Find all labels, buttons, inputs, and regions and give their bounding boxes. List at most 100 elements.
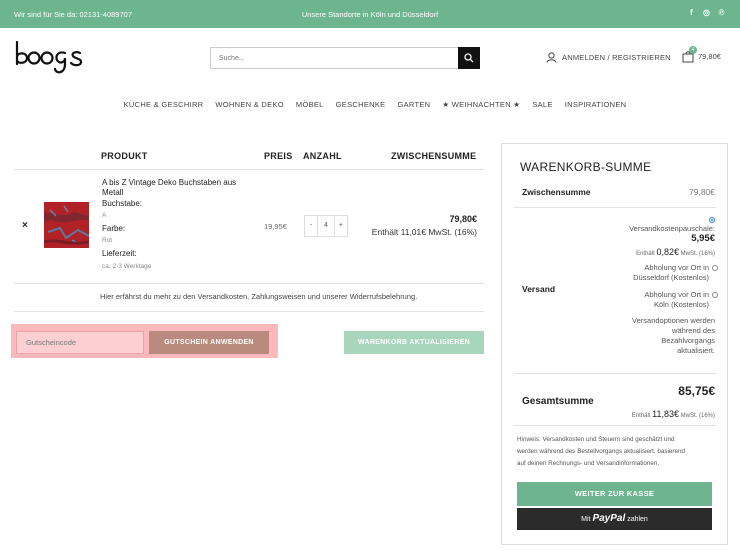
cart-total: 79,80€ <box>698 52 721 61</box>
total-tax-suffix: MwSt. (16%) <box>678 413 715 419</box>
letter-value: A <box>102 212 107 219</box>
shipping-option-flat-label: Versandkostenpauschale: <box>629 224 715 233</box>
nav-item-garten[interactable]: GARTEN <box>397 100 430 109</box>
main-navigation: KÜCHE & GESCHIRR WOHNEN & DEKO MÖBEL GES… <box>0 100 740 109</box>
shipping-costs-link[interactable]: Versandkosten <box>198 292 248 301</box>
shipping-flat-price: 5,95€ <box>691 233 715 244</box>
subtotal-label: Zwischensumme <box>522 187 591 197</box>
totals-divider <box>514 425 716 426</box>
shipping-radio-duesseldorf[interactable] <box>712 265 718 272</box>
paypal-prefix: Mit <box>581 516 593 523</box>
total-tax: Enthält 11,83€ MwSt. (16%) <box>632 409 715 421</box>
nav-item-weihnachten[interactable]: ★ WEIHNACHTEN ★ <box>442 100 520 109</box>
shipping-note-line: während des <box>672 326 715 335</box>
qty-decrease-button[interactable]: - <box>305 216 317 236</box>
shipping-flat-tax-value: 0,82€ <box>656 247 679 257</box>
total-label: Gesamtsumme <box>522 396 594 407</box>
shipping-flat-tax-suffix: MwSt. (16%) <box>678 251 715 257</box>
paypal-logo: PayPal <box>592 513 626 524</box>
nav-item-geschenke[interactable]: GESCHENKE <box>336 100 386 109</box>
shipping-label: Versand <box>522 284 556 294</box>
facebook-icon[interactable]: f <box>687 8 696 17</box>
logo[interactable] <box>14 40 88 76</box>
info-suffix: . <box>415 292 418 301</box>
info-prefix: Hier erfährst du mehr zu den <box>100 292 198 301</box>
top-info-bar: Wir sind für Sie da: 02131-4089707 Unser… <box>0 0 740 28</box>
withdrawal-link[interactable]: Widerrufsbelehrung <box>350 292 415 301</box>
nav-item-inspirationen[interactable]: INSPIRATIONEN <box>565 100 627 109</box>
header-cart[interactable]: 4 79,80€ <box>682 46 721 63</box>
info-sep: und unserer <box>305 292 350 301</box>
column-header-subtotal: ZWISCHENSUMME <box>391 151 477 161</box>
totals-hint-line: auf deinen Rechnungs- und Versandinforma… <box>517 460 660 467</box>
table-divider <box>14 311 484 312</box>
nav-item-kueche[interactable]: KÜCHE & GESCHIRR <box>124 100 204 109</box>
user-icon <box>546 52 557 63</box>
shipping-option-flat[interactable]: Versandkostenpauschale: <box>629 217 715 234</box>
shipping-option-koeln-line1: Abholung vor Ort in <box>644 290 709 299</box>
shipping-note-line: aktualisiert. <box>677 346 715 355</box>
payment-methods-link[interactable]: Zahlungsweisen <box>251 292 305 301</box>
nav-item-sale[interactable]: SALE <box>532 100 552 109</box>
cart-count-badge: 4 <box>689 46 697 54</box>
total-value: 85,75€ <box>678 384 715 398</box>
table-divider <box>14 169 484 170</box>
total-tax-value: 11,83€ <box>652 409 679 419</box>
subtotal-value: 79,80€ <box>689 187 715 197</box>
shipping-radio-flat[interactable] <box>709 217 715 223</box>
paypal-button[interactable]: Mit PayPal zahlen <box>517 508 712 530</box>
shipping-note: Versandoptionen werden während des Bezah… <box>632 316 715 356</box>
shipping-option-duesseldorf-line2: Düsseldorf (Kostenlos) <box>633 273 709 282</box>
product-image <box>44 202 89 248</box>
delivery-value: ca. 2-3 Werktage <box>102 263 152 270</box>
totals-hint-line: Hinweis: Versandkosten und Steuern sind … <box>517 436 675 443</box>
color-label: Farbe: <box>102 224 126 233</box>
product-thumbnail[interactable] <box>44 202 89 248</box>
update-cart-button[interactable]: WARENKORB AKTUALISIEREN <box>344 331 484 354</box>
social-links: f ◎ ℗ <box>687 8 726 17</box>
nav-item-wohnen[interactable]: WOHNEN & DEKO <box>215 100 284 109</box>
total-tax-prefix: Enthält <box>631 413 653 419</box>
nav-item-moebel[interactable]: MÖBEL <box>296 100 324 109</box>
shipping-option-duesseldorf-line1: Abholung vor Ort in <box>644 263 709 272</box>
instagram-icon[interactable]: ◎ <box>702 8 711 17</box>
remove-item-button[interactable]: × <box>22 220 28 231</box>
apply-coupon-button[interactable]: GUTSCHEIN ANWENDEN <box>149 331 269 354</box>
locations-link[interactable]: Unsere Standorte in Köln und Düsseldorf <box>0 10 740 19</box>
totals-hint: Hinweis: Versandkosten und Steuern sind … <box>517 434 712 470</box>
qty-input[interactable]: 4 <box>317 216 335 236</box>
shipping-flat-tax-prefix: Enthält <box>636 251 657 257</box>
column-header-price: PREIS <box>264 151 293 161</box>
checkout-button[interactable]: WEITER ZUR KASSE <box>517 482 712 506</box>
color-value: Rot <box>102 237 113 244</box>
shipping-option-duesseldorf[interactable]: Abholung vor Ort in Düsseldorf (Kostenlo… <box>633 263 718 283</box>
search-input[interactable] <box>210 47 460 69</box>
cart-info-text: Hier erfährst du mehr zu den Versandkost… <box>100 292 417 301</box>
logo-mark <box>15 40 83 74</box>
column-header-qty: ANZAHL <box>303 151 342 161</box>
totals-divider <box>514 207 716 208</box>
account-label: ANMELDEN / REGISTRIEREN <box>562 53 671 62</box>
shipping-radio-koeln[interactable] <box>712 292 718 299</box>
coupon-code-input[interactable]: Gutscheincode <box>16 331 144 354</box>
shipping-note-line: Bezahlvorgangs <box>661 336 715 345</box>
paypal-suffix: zahlen <box>625 516 648 523</box>
column-header-product: PRODUKT <box>101 151 148 161</box>
table-divider <box>14 283 484 284</box>
delivery-label: Lieferzeit: <box>102 249 137 258</box>
letter-label: Buchstabe: <box>102 199 143 208</box>
item-subtotal: 79,80€ <box>449 214 477 224</box>
item-subtotal-tax: Enthält 11,01€ MwSt. (16%) <box>371 227 477 237</box>
pinterest-icon[interactable]: ℗ <box>717 8 726 17</box>
totals-hint-line: werden während des Bestellvorgangs aktua… <box>517 448 686 455</box>
shipping-flat-tax: Enthält 0,82€ MwSt. (16%) <box>636 247 715 259</box>
shipping-option-koeln[interactable]: Abholung vor Ort in Köln (Kostenlos) <box>644 290 718 310</box>
product-name-link[interactable]: A bis Z Vintage Deko Buchstaben aus Meta… <box>102 178 242 198</box>
search-button[interactable] <box>458 47 480 69</box>
account-link[interactable]: ANMELDEN / REGISTRIEREN <box>546 52 671 63</box>
cart-totals-title: WARENKORB-SUMME <box>520 160 652 174</box>
cart-bag: 4 <box>682 46 697 63</box>
item-price: 19,95€ <box>264 222 287 231</box>
search-bar <box>210 47 480 69</box>
totals-divider <box>514 373 716 374</box>
